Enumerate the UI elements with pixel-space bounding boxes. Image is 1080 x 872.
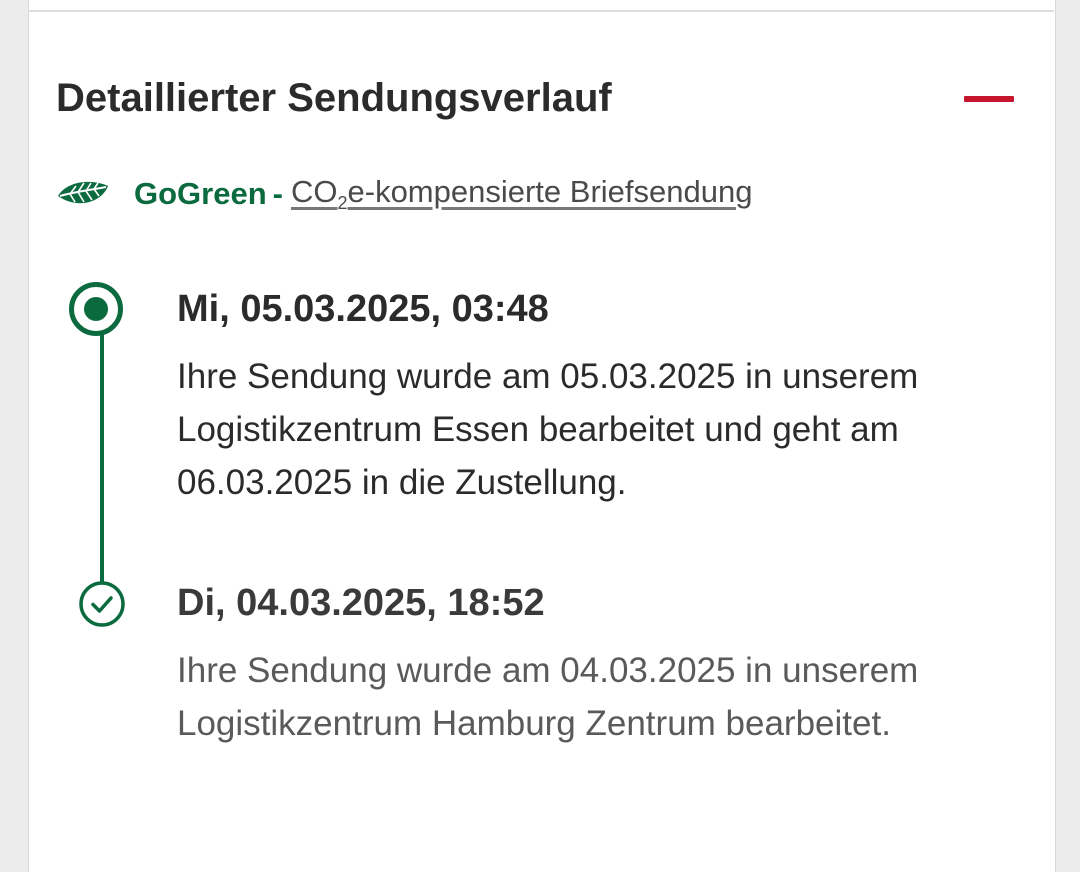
co2-subscript: 2 (337, 193, 348, 214)
event-description: Ihre Sendung wurde am 04.03.2025 in unse… (177, 651, 919, 743)
current-status-icon (69, 282, 123, 336)
top-divider (28, 10, 1054, 12)
timeline-event: Di, 04.03.2025, 18:52 Ihre Sendung wurde… (177, 578, 1017, 750)
current-status-dot (84, 297, 108, 321)
event-date: Di, 04.03.2025, 18:52 (177, 582, 545, 624)
co2e-info-link[interactable]: CO2e-kompensierte Briefsendung (291, 174, 752, 214)
co2-suffix: e-kompensierte Briefsendung (347, 173, 753, 209)
gogreen-row: GoGreen - CO2e-kompensierte Briefsendung (56, 170, 752, 218)
co2-prefix: CO (290, 173, 338, 209)
section-title: Detaillierter Sendungsverlauf (56, 76, 612, 120)
event-date: Mi, 05.03.2025, 03:48 (177, 288, 549, 330)
timeline-line (100, 330, 104, 584)
gogreen-brand: GoGreen (134, 176, 267, 211)
timeline-event: Mi, 05.03.2025, 03:48 Ihre Sendung wurde… (177, 284, 1017, 509)
gogreen-separator: - (272, 176, 283, 211)
section-header[interactable]: Detaillierter Sendungsverlauf (56, 70, 1014, 130)
collapse-button[interactable] (964, 90, 1014, 108)
event-description: Ihre Sendung wurde am 05.03.2025 in unse… (177, 357, 919, 502)
leaf-icon (58, 181, 108, 204)
minus-icon (964, 96, 1014, 102)
check-circle-icon (79, 581, 125, 627)
page: Detaillierter Sendungsverlauf GoGreen - … (0, 0, 1080, 872)
